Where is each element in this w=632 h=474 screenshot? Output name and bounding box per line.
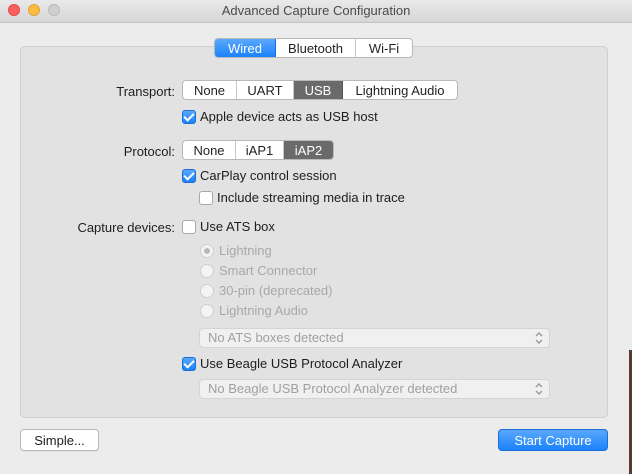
protocol-selector: None iAP1 iAP2 [182,140,334,160]
usb-host-label: Apple device acts as USB host [200,109,378,124]
ats-box-popup-value: No ATS boxes detected [208,330,344,345]
tab-wired[interactable]: Wired [215,39,276,57]
protocol-option-iap1[interactable]: iAP1 [236,141,284,159]
transport-option-lightning-audio[interactable]: Lightning Audio [343,81,457,99]
carplay-label: CarPlay control session [200,168,337,183]
transport-selector: None UART USB Lightning Audio [182,80,458,100]
protocol-option-none[interactable]: None [183,141,236,159]
ats-radio-smart-connector-label: Smart Connector [219,263,318,278]
use-ats-box-label: Use ATS box [200,219,275,234]
title-bar: Advanced Capture Configuration [0,0,632,23]
tab-wi-fi[interactable]: Wi-Fi [356,39,412,57]
transport-option-uart[interactable]: UART [237,81,294,99]
protocol-option-iap2[interactable]: iAP2 [284,141,333,159]
streaming-media-checkbox[interactable] [199,191,213,205]
ats-radio-30-pin-label: 30-pin (deprecated) [219,283,333,298]
transport-option-none[interactable]: None [183,81,237,99]
use-ats-box-checkbox[interactable] [182,220,196,234]
ats-box-popup[interactable]: No ATS boxes detected [199,328,550,348]
window-title: Advanced Capture Configuration [221,3,411,18]
ats-radio-smart-connector[interactable] [200,264,214,278]
up-down-chevron-icon [535,332,543,344]
ats-radio-lightning[interactable] [200,244,214,258]
ats-radio-lightning-label: Lightning [219,243,272,258]
protocol-label: Protocol: [123,144,175,159]
simple-button[interactable]: Simple... [20,429,99,451]
carplay-checkbox[interactable] [182,169,196,183]
usb-host-checkbox[interactable] [182,110,196,124]
use-beagle-checkbox[interactable] [182,357,196,371]
up-down-chevron-icon [535,383,543,395]
use-beagle-label: Use Beagle USB Protocol Analyzer [200,356,403,371]
ats-radio-30-pin[interactable] [200,284,214,298]
tab-bluetooth[interactable]: Bluetooth [276,39,356,57]
connection-tabs: Wired Bluetooth Wi-Fi [214,38,413,58]
transport-label: Transport: [116,84,175,99]
beagle-analyzer-popup-value: No Beagle USB Protocol Analyzer detected [208,381,458,396]
ats-radio-lightning-audio-label: Lightning Audio [219,303,308,318]
transport-option-usb[interactable]: USB [294,81,343,99]
streaming-media-label: Include streaming media in trace [217,190,405,205]
capture-devices-label: Capture devices: [77,220,175,235]
beagle-analyzer-popup[interactable]: No Beagle USB Protocol Analyzer detected [199,379,550,399]
ats-radio-lightning-audio[interactable] [200,304,214,318]
start-capture-button[interactable]: Start Capture [498,429,608,451]
